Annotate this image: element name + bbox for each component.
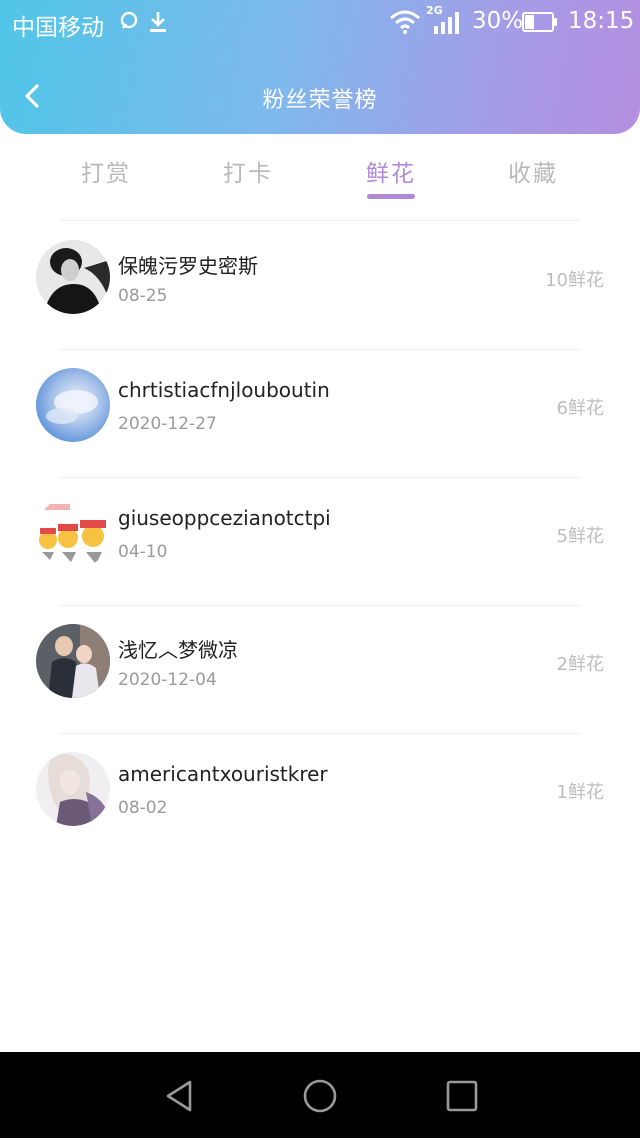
avatar[interactable] xyxy=(36,240,110,314)
battery-percent: 30% xyxy=(472,8,524,34)
clock: 18:15 xyxy=(568,8,635,34)
tab-bar: 打赏 打卡 鲜花 收藏 xyxy=(0,140,640,216)
flower-count: 6鲜花 xyxy=(556,398,604,419)
fan-name: giuseoppcezianotctpi xyxy=(118,506,331,530)
back-triangle-icon[interactable] xyxy=(160,1076,200,1116)
status-bar: 中国移动 2G 30% 18:15 xyxy=(0,0,640,46)
signal-icon: 2G xyxy=(426,4,464,34)
fan-name: chrtistiacfnjlouboutin xyxy=(118,378,330,402)
home-circle-icon[interactable] xyxy=(300,1076,340,1116)
avatar[interactable] xyxy=(36,624,110,698)
tab-flowers[interactable]: 鲜花 xyxy=(341,154,441,188)
flower-count: 10鲜花 xyxy=(545,270,604,291)
wifi-icon xyxy=(390,10,420,34)
tab-tip[interactable]: 打赏 xyxy=(56,154,156,188)
system-navigation-bar xyxy=(0,1052,640,1138)
fan-date: 04-10 xyxy=(118,542,168,562)
list-item[interactable]: giuseoppcezianotctpi 04-10 5鲜花 xyxy=(0,478,640,606)
message-icon xyxy=(120,11,138,29)
carrier-label: 中国移动 xyxy=(12,15,104,41)
avatar[interactable] xyxy=(36,752,110,826)
list-item[interactable]: chrtistiacfnjlouboutin 2020-12-27 6鲜花 xyxy=(0,350,640,478)
recents-square-icon[interactable] xyxy=(442,1076,482,1116)
header: 中国移动 2G 30% 18:15 粉丝荣誉榜 xyxy=(0,0,640,134)
tabs-divider xyxy=(60,220,580,221)
list-item[interactable]: americantxouristkrer 08-02 1鲜花 xyxy=(0,734,640,862)
avatar[interactable] xyxy=(36,368,110,442)
fan-name: 保魄污罗史密斯 xyxy=(118,254,258,278)
flower-count: 1鲜花 xyxy=(556,782,604,803)
download-icon xyxy=(150,12,166,32)
fan-date: 08-25 xyxy=(118,286,168,306)
fan-name: americantxouristkrer xyxy=(118,762,328,786)
tab-favorites[interactable]: 收藏 xyxy=(483,154,583,188)
tab-checkin[interactable]: 打卡 xyxy=(198,154,298,188)
fan-date: 2020-12-04 xyxy=(118,670,217,690)
tab-active-indicator xyxy=(367,194,415,199)
fan-name: 浅忆︿梦微凉 xyxy=(118,638,238,662)
fan-date: 08-02 xyxy=(118,798,168,818)
nav-bar: 粉丝荣誉榜 xyxy=(0,60,640,130)
page-title: 粉丝荣誉榜 xyxy=(262,88,378,113)
list-item[interactable]: 保魄污罗史密斯 08-25 10鲜花 xyxy=(0,222,640,350)
list-item[interactable]: 浅忆︿梦微凉 2020-12-04 2鲜花 xyxy=(0,606,640,734)
flower-count: 2鲜花 xyxy=(556,654,604,675)
fan-date: 2020-12-27 xyxy=(118,414,217,434)
avatar[interactable] xyxy=(36,496,110,570)
battery-icon xyxy=(522,12,557,32)
flower-count: 5鲜花 xyxy=(556,526,604,547)
